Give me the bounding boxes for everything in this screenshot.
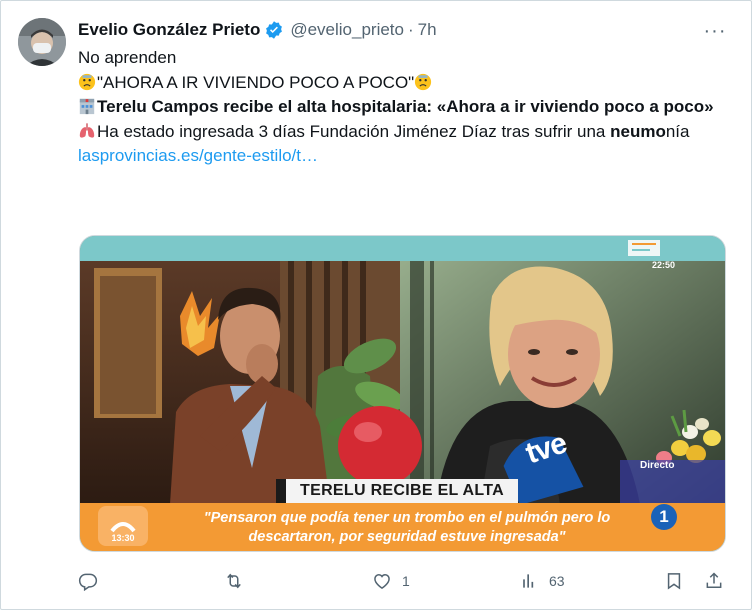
- views-icon: [523, 574, 534, 588]
- text-line-4: Ha estado ingresada 3 días Fundación Jim…: [97, 121, 611, 141]
- like-count: 1: [402, 573, 410, 589]
- text-line: No aprenden: [78, 46, 728, 71]
- tweet-text: No aprenden "AHORA A IR VIVIENDO POCO A …: [78, 46, 728, 169]
- tweet-actions: 1 63: [78, 566, 728, 596]
- timestamp[interactable]: 7h: [418, 20, 437, 40]
- reply-icon: [78, 573, 98, 591]
- share-button[interactable]: [704, 566, 724, 596]
- verified-badge-icon: [266, 21, 283, 39]
- like-button[interactable]: 1: [372, 566, 410, 596]
- tweet-media[interactable]: 22:50 tve Directo TERELU RECIBE EL ALTA …: [79, 235, 726, 552]
- live-label: Directo: [640, 460, 675, 471]
- reply-button[interactable]: [78, 566, 108, 596]
- author-name[interactable]: Evelio González Prieto: [78, 20, 260, 40]
- broadcast-clock-right: 22:50: [652, 260, 676, 270]
- text-line-4-end: nía: [665, 121, 690, 141]
- views-button[interactable]: 63: [519, 566, 565, 596]
- text-line: lasprovincias.es/gente-estilo/t…: [78, 144, 728, 169]
- author-handle[interactable]: @evelio_prieto: [290, 20, 404, 40]
- more-icon[interactable]: ···: [702, 18, 728, 44]
- share-icon: [706, 572, 722, 588]
- broadcast-clock-left: 13:30: [111, 533, 135, 543]
- headline-text: Terelu Campos recibe el alta hospitalari…: [97, 97, 714, 116]
- article-link[interactable]: lasprovincias.es/gente-estilo/t…: [78, 146, 318, 165]
- separator-dot: ·: [407, 20, 414, 39]
- worried-face-emoji: [78, 73, 96, 90]
- text-line-2: "AHORA A IR VIVIENDO POCO A POCO": [97, 72, 415, 92]
- chyron-title: TERELU RECIBE EL ALTA: [276, 479, 518, 503]
- text-line: "AHORA A IR VIVIENDO POCO A POCO": [78, 71, 728, 96]
- lungs-emoji: [79, 122, 95, 138]
- tweet-header: Evelio González Prieto @evelio_prieto · …: [78, 18, 437, 42]
- avatar-image: [18, 18, 66, 66]
- text-line: Ha estado ingresada 3 días Fundación Jim…: [78, 120, 728, 145]
- avatar[interactable]: [18, 18, 66, 66]
- retweet-button[interactable]: [224, 566, 254, 596]
- bookmark-icon: [667, 573, 681, 590]
- text-line: Terelu Campos recibe el alta hospitalari…: [78, 95, 728, 120]
- text-line-1: No aprenden: [78, 48, 177, 67]
- retweet-icon: [227, 573, 241, 589]
- program-logo-icon: [110, 522, 136, 533]
- channel-logo: 1: [651, 504, 677, 530]
- program-logo: 13:30: [98, 506, 148, 546]
- text-line-4-bold: neumo: [610, 121, 666, 141]
- views-count: 63: [549, 573, 565, 589]
- bookmark-button[interactable]: [664, 566, 684, 596]
- hospital-emoji: [79, 98, 95, 115]
- lower-third-quote: "Pensaron que podía tener un trombo en e…: [203, 510, 611, 545]
- like-icon: [374, 573, 390, 589]
- worried-face-emoji: [415, 73, 432, 90]
